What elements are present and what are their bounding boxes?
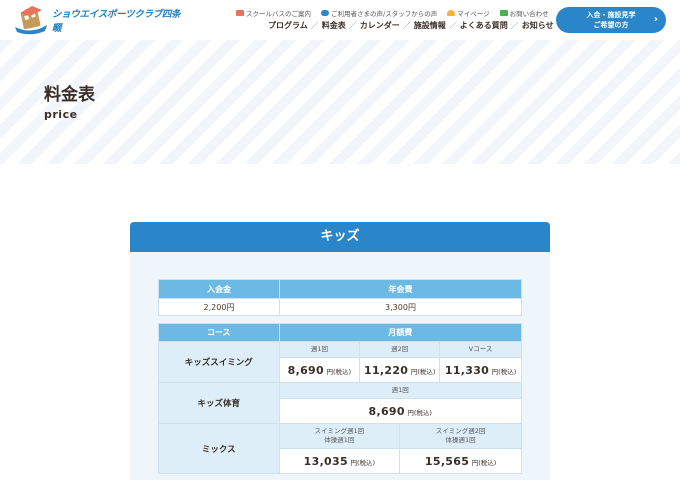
- monthly-fee-header: 月額費: [278, 323, 522, 342]
- plan-label: 週1回: [278, 382, 522, 399]
- user-icon: [447, 10, 456, 16]
- price-value: 8,690: [287, 363, 324, 377]
- join-tour-button[interactable]: 入会・施設見学 ご希望の方 ›: [556, 7, 666, 33]
- annual-fee-value: 3,300円: [279, 298, 522, 316]
- util-link-label: お問い合わせ: [509, 10, 549, 18]
- util-link-label: マイページ: [457, 10, 490, 18]
- cta-line1: 入会・施設見学: [586, 11, 636, 19]
- course-header: コース: [158, 323, 280, 342]
- price-unit: 円(税込): [491, 367, 517, 376]
- site-header: ショウエイスポーツクラブ四条畷 スクールバスのご案内 ご利用者さまの声/スタッフ…: [0, 0, 680, 40]
- nav-item-calendar[interactable]: カレンダー: [360, 20, 400, 31]
- monthly-fee-table: コース 月額費 キッズスイミング 週1回 週2回 Vコース 8,690 円(税込…: [158, 323, 522, 474]
- price-value: 8,690: [368, 404, 405, 418]
- bus-icon: [236, 10, 244, 16]
- plan-label: スイミング週2回 体操週1回: [399, 423, 522, 449]
- nav-item-price[interactable]: 料金表: [322, 20, 346, 31]
- util-link-label: スクールバスのご案内: [246, 10, 311, 18]
- plan-label: 週1回: [278, 341, 361, 358]
- plan-price: 15,565 円(税込): [399, 448, 522, 474]
- price-unit: 円(税込): [326, 367, 352, 376]
- plan-label-line: スイミング週1回: [314, 427, 365, 435]
- plan-label-line: 体操週1回: [445, 436, 476, 444]
- price-value: 11,220: [364, 363, 409, 377]
- price-value: 13,035: [303, 454, 348, 468]
- nav-item-faq[interactable]: よくある質問: [460, 20, 508, 31]
- plan-price: 11,330 円(税込): [439, 357, 522, 383]
- nav-separator: ／: [310, 21, 319, 30]
- plan-label: 週2回: [359, 341, 441, 358]
- nav-separator: ／: [348, 21, 357, 30]
- main-nav: プログラム ／ 料金表 ／ カレンダー ／ 施設情報 ／ よくある質問 ／ お知…: [268, 20, 554, 31]
- cta-line2: ご希望の方: [593, 21, 629, 29]
- util-link-voices[interactable]: ご利用者さまの声/スタッフからの声: [321, 8, 437, 18]
- util-link-contact[interactable]: お問い合わせ: [499, 8, 549, 18]
- annual-fee-header: 年会費: [279, 279, 522, 299]
- price-value: 15,565: [424, 454, 470, 468]
- logo-building-icon: [12, 5, 50, 35]
- nav-separator: ／: [402, 21, 411, 30]
- nav-item-program[interactable]: プログラム: [268, 20, 308, 31]
- price-unit: 円(税込): [410, 367, 436, 376]
- page-subtitle: price: [44, 108, 78, 121]
- logo-text: ショウエイスポーツクラブ四条畷: [52, 9, 181, 34]
- speech-bubble-icon: [321, 10, 329, 16]
- plan-price: 8,690 円(税込): [278, 357, 361, 383]
- plan-price: 13,035 円(税込): [278, 448, 401, 474]
- course-name-swimming: キッズスイミング: [158, 341, 280, 383]
- course-name-mix: ミックス: [158, 423, 280, 474]
- site-logo[interactable]: ショウエイスポーツクラブ四条畷: [12, 4, 182, 36]
- price-value: 11,330: [444, 363, 490, 377]
- plan-label-line: 体操週1回: [324, 436, 355, 444]
- nav-separator: ／: [448, 21, 457, 30]
- price-unit: 円(税込): [471, 458, 497, 467]
- entry-fee-header: 入会金: [158, 279, 280, 299]
- util-link-label: ご利用者さまの声/スタッフからの声: [331, 10, 438, 18]
- utility-nav: スクールバスのご案内 ご利用者さまの声/スタッフからの声 マイページ お問い合わ…: [236, 8, 549, 18]
- plan-price: 11,220 円(税込): [359, 357, 441, 383]
- nav-item-news[interactable]: お知らせ: [522, 20, 554, 31]
- plan-label-line: スイミング週2回: [435, 427, 486, 435]
- section-title-kids: キッズ: [130, 222, 550, 252]
- plan-price: 8,690 円(税込): [278, 398, 522, 424]
- plan-label: Vコース: [439, 341, 522, 358]
- course-name-gym: キッズ体育: [158, 382, 280, 424]
- price-unit: 円(税込): [350, 458, 376, 467]
- util-link-school-bus[interactable]: スクールバスのご案内: [236, 8, 311, 18]
- nav-item-facility[interactable]: 施設情報: [414, 20, 446, 31]
- mail-icon: [499, 10, 508, 16]
- chevron-right-icon: ›: [653, 14, 658, 25]
- price-unit: 円(税込): [407, 408, 432, 417]
- page-title: 料金表: [44, 85, 95, 105]
- nav-separator: ／: [510, 21, 519, 30]
- plan-label: スイミング週1回 体操週1回: [278, 423, 401, 449]
- entry-fee-table: 入会金 年会費 2,200円 3,300円: [158, 279, 522, 316]
- entry-fee-value: 2,200円: [158, 298, 280, 316]
- page-hero: 料金表 price: [0, 40, 680, 164]
- util-link-mypage[interactable]: マイページ: [447, 8, 490, 18]
